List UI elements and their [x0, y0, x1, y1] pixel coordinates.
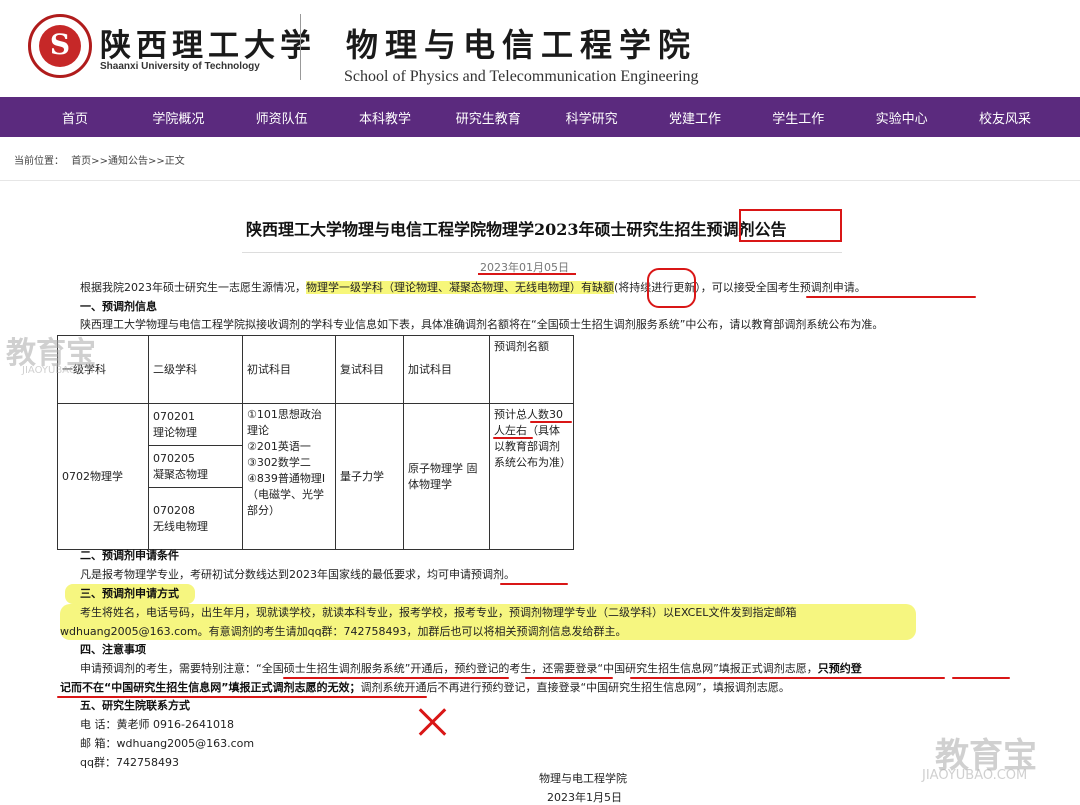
section-4-line-2: 记而不在“中国研究生招生信息网”填报正式调剂志愿的无效；调剂系统开通后不再进行预…: [60, 681, 790, 694]
signature-org: 物理与电工程学院: [539, 772, 627, 785]
annotation-underline: [57, 696, 427, 698]
table-cell-first-level: 0702物理学: [57, 403, 149, 550]
section-3-line-1: 考生将姓名，电话号码，出生年月，现就读学校，就读本科专业，报考学校，报考专业，预…: [80, 606, 797, 619]
nav-item-lab[interactable]: 实验中心: [857, 108, 947, 127]
nav-item-research[interactable]: 科学研究: [547, 108, 637, 127]
nav-item-undergrad[interactable]: 本科教学: [340, 108, 430, 127]
university-name-en: Shaanxi University of Technology: [100, 61, 260, 72]
university-logo-icon[interactable]: [28, 14, 92, 78]
section-2-title: 二、预调剂申请条件: [80, 549, 179, 562]
watermark-url: JIAOYUBAO.CN: [22, 365, 94, 376]
table-header: 预调剂名额: [489, 335, 574, 404]
table-cell-exam-subjects: ①101思想政治理论 ②201英语一 ③302数学二 ④839普通物理Ⅰ（电磁学…: [242, 403, 336, 550]
section-4-title: 四、注意事项: [80, 643, 146, 656]
breadcrumb: 当前位置： 首页>>通知公告>>正文: [14, 152, 189, 167]
school-name-en: School of Physics and Telecommunication …: [344, 68, 699, 85]
annotation-underline: [500, 583, 568, 585]
section-1-text: 陕西理工大学物理与电信工程学院拟接收调剂的学科专业信息如下表，具体准确调剂名额将…: [80, 318, 884, 331]
intro-quota: 有缺额: [581, 281, 614, 294]
table-header: 二级学科: [148, 335, 243, 404]
nav-item-students[interactable]: 学生工作: [753, 108, 843, 127]
divider: [0, 180, 1080, 181]
annotation-underline: [493, 437, 533, 439]
title-divider: [242, 252, 842, 253]
table-cell-second-level: 070208 无线电物理: [148, 487, 243, 550]
school-name-cn: 物理与电信工程学院: [346, 26, 698, 64]
section-2-text: 凡是报考物理学专业，考研初试分数线达到2023年国家线的最低要求，均可申请预调剂…: [80, 568, 515, 581]
annotation-underline: [525, 677, 613, 679]
table-header: 复试科目: [335, 335, 404, 404]
annotation-underline: [478, 273, 576, 275]
main-nav: 首页 学院概况 师资队伍 本科教学 研究生教育 科学研究 党建工作 学生工作 实…: [0, 97, 1080, 137]
contact-qq: qq群：742758493: [80, 756, 179, 769]
breadcrumb-path[interactable]: 首页>>通知公告>>正文: [71, 156, 185, 167]
table-cell-second-level: 070201 理论物理: [148, 403, 243, 446]
intro-paragraph: 根据我院2023年硕士研究生一志愿生源情况，物理学一级学科（理论物理、凝聚态物理…: [80, 281, 866, 295]
section-3-title: 三、预调剂申请方式: [80, 587, 179, 600]
contact-phone: 电 话：黄老师 0916-2641018: [80, 718, 234, 731]
table-cell-second-level: 070205 凝聚态物理: [148, 445, 243, 488]
annotation-cross: [416, 706, 450, 736]
annotation-underline: [806, 296, 976, 298]
university-name-cn: 陕西理工大学: [100, 28, 316, 64]
header-divider: [300, 14, 301, 80]
table-cell-extra: 原子物理学 固体物理学: [403, 403, 490, 550]
adjustment-table: 一级学科 二级学科 初试科目 复试科目 加试科目 预调剂名额 0702物理学 0…: [57, 335, 574, 550]
nav-item-graduate[interactable]: 研究生教育: [443, 108, 533, 127]
table-row: 0702物理学 070201 理论物理 ①101思想政治理论 ②201英语一 ③3…: [57, 403, 574, 550]
section-5-title: 五、研究生院联系方式: [80, 699, 190, 712]
watermark-url: JIAOYUBAO.COM: [922, 768, 1028, 783]
nav-item-alumni[interactable]: 校友风采: [960, 108, 1050, 127]
signature-date: 2023年1月5日: [547, 791, 622, 804]
table-header-row: 一级学科 二级学科 初试科目 复试科目 加试科目 预调剂名额: [57, 335, 574, 404]
annotation-underline: [530, 421, 572, 423]
breadcrumb-prefix: 当前位置：: [14, 156, 64, 167]
article-title: 陕西理工大学物理与电信工程学院物理学2023年硕士研究生招生预调剂公告: [246, 220, 787, 239]
section-1-title: 一、预调剂信息: [80, 300, 157, 313]
intro-text-c: 可以接受全国考生预调剂申请。: [711, 281, 866, 294]
section-4-line-1: 申请预调剂的考生，需要特别注意：“全国硕士生招生调剂服务系统”开通后，预约登记的…: [80, 662, 862, 675]
nav-item-home[interactable]: 首页: [30, 108, 120, 127]
nav-item-about[interactable]: 学院概况: [133, 108, 223, 127]
table-cell-retest: 量子力学: [335, 403, 404, 550]
annotation-box: [739, 209, 842, 242]
section-3-line-2: wdhuang2005@163.com。有意调剂的考生请加qq群：7427584…: [60, 625, 627, 638]
intro-highlight: 物理学一级学科（理论物理、凝聚态物理、无线电物理）: [306, 281, 581, 294]
site-header: 陕西理工大学 Shaanxi University of Technology …: [0, 0, 1080, 97]
apply-link[interactable]: 申请预调剂: [449, 568, 504, 581]
annotation-underline: [630, 677, 945, 679]
annotation-circle: [647, 268, 696, 308]
nav-item-faculty[interactable]: 师资队伍: [237, 108, 327, 127]
contact-email[interactable]: 邮 箱：wdhuang2005@163.com: [80, 737, 254, 751]
nav-item-party[interactable]: 党建工作: [650, 108, 740, 127]
table-header: 初试科目: [242, 335, 336, 404]
table-header: 加试科目: [403, 335, 490, 404]
intro-text-a: 根据我院2023年硕士研究生一志愿生源情况，: [80, 281, 306, 294]
annotation-underline: [952, 677, 1010, 679]
annotation-underline: [283, 677, 509, 679]
table-cell-quota: 预计总人数30人左右（具体以教育部调剂系统公布为准）: [489, 403, 574, 550]
